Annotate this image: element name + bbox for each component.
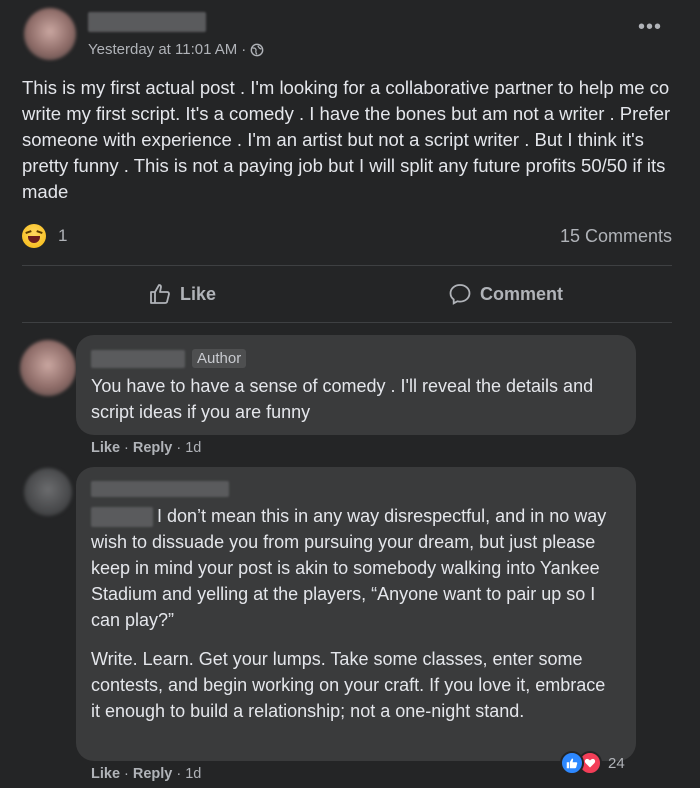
like-button[interactable]: Like <box>148 282 216 306</box>
comment-avatar[interactable] <box>20 340 76 396</box>
like-label: Like <box>180 283 217 304</box>
comment-reply-button[interactable]: Reply <box>133 440 173 456</box>
actions-separator: · <box>124 766 129 782</box>
post-timestamp[interactable]: Yesterday at 11:01 AM <box>88 41 237 58</box>
comment-label: Comment <box>480 283 564 304</box>
comment-time[interactable]: 1d <box>185 766 201 782</box>
meta-separator: · <box>241 41 247 58</box>
comment-text: You have to have a sense of comedy . I'l… <box>91 376 594 422</box>
comment-button[interactable]: Comment <box>448 282 563 306</box>
comment-time[interactable]: 1d <box>185 440 201 456</box>
more-options-button[interactable]: ••• <box>638 16 662 39</box>
thumbs-up-icon <box>150 284 170 304</box>
reaction-count: 1 <box>58 226 68 245</box>
comment-like-button[interactable]: Like <box>91 440 120 456</box>
post-reactions[interactable]: 1 <box>22 224 67 248</box>
comment-paragraph-1: I don’t mean this in any way disrespectf… <box>91 506 607 630</box>
speech-bubble-icon <box>449 284 471 305</box>
comment-reply-button[interactable]: Reply <box>133 766 173 782</box>
author-badge: Author <box>192 349 247 368</box>
actions-separator: · <box>176 440 182 456</box>
actions-separator: · <box>124 440 129 456</box>
comment-actions: Like · Reply · 1d <box>91 766 201 782</box>
post-author-name[interactable] <box>88 12 206 32</box>
comment-author-name[interactable] <box>91 350 185 368</box>
divider-top <box>22 265 672 266</box>
comment-paragraph-2: Write. Learn. Get your lumps. Take some … <box>91 649 606 721</box>
comment-actions: Like · Reply · 1d <box>91 440 201 456</box>
comment-avatar[interactable] <box>24 468 72 516</box>
post-text: This is my first actual post . I'm looki… <box>22 77 671 202</box>
comment-reactions[interactable]: 24 <box>560 751 625 775</box>
comment-like-button[interactable]: Like <box>91 766 120 782</box>
comment-reaction-count: 24 <box>608 754 625 772</box>
like-reaction-icon <box>560 751 584 775</box>
comment-author-name[interactable] <box>91 481 229 497</box>
globe-icon <box>250 43 264 56</box>
comments-count-link[interactable]: 15 Comments <box>560 226 672 247</box>
post-meta: Yesterday at 11:01 AM · <box>88 41 264 58</box>
haha-icon <box>22 224 46 248</box>
divider-bottom <box>22 322 672 323</box>
post-author-avatar[interactable] <box>24 8 76 60</box>
actions-separator: · <box>176 766 182 782</box>
